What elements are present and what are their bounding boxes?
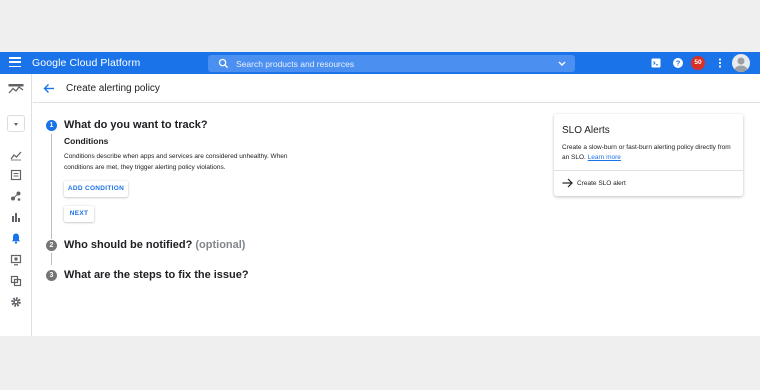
chevron-down-icon[interactable] [557,59,567,68]
page-title: Create alerting policy [66,83,160,94]
step-connector [51,134,52,239]
step-connector [51,253,52,265]
step-1-number: 1 [46,120,57,131]
more-vert-icon[interactable] [714,57,726,69]
search-bar[interactable] [208,55,575,72]
next-button[interactable]: NEXT [64,206,94,222]
product-name[interactable]: Google Cloud Platform [32,57,140,69]
conditions-heading: Conditions [64,136,109,146]
step-2-title[interactable]: Who should be notified? (optional) [64,239,245,251]
step-2-number: 2 [46,240,57,251]
help-icon[interactable]: ? [672,57,684,69]
notification-badge[interactable]: 50 [691,56,705,70]
optional-label: (optional) [195,239,246,251]
back-arrow-icon[interactable] [43,83,55,94]
svg-text:?: ? [676,59,681,68]
slo-card-description: Create a slow-burn or fast-burn alerting… [562,143,738,162]
top-bar: Google Cloud Platform ? 50 [0,52,760,74]
uptime-checks-icon[interactable] [10,254,22,266]
step-2-title-text: Who should be notified? [64,239,193,251]
services-icon[interactable] [10,190,22,202]
slo-card-title: SLO Alerts [562,125,610,136]
project-dropdown-icon[interactable] [7,115,25,132]
dashboards-icon[interactable] [10,169,22,181]
search-input[interactable] [236,57,536,70]
app-window: Google Cloud Platform ? 50 [0,52,760,336]
groups-icon[interactable] [10,275,22,287]
metrics-explorer-icon[interactable] [10,149,22,161]
alerting-icon[interactable] [10,232,22,244]
create-slo-alert-label: Create SLO alert [577,180,626,187]
menu-icon[interactable] [9,57,21,68]
account-icon [734,57,748,72]
bar-chart-icon[interactable] [10,211,22,223]
left-nav [0,74,32,336]
add-condition-button[interactable]: ADD CONDITION [64,181,128,197]
account-avatar[interactable] [732,54,750,72]
slo-alerts-card: SLO Alerts Create a slow-burn or fast-bu… [554,114,743,196]
monitoring-logo-icon [8,84,24,94]
step-3-number: 3 [46,270,57,281]
step-1-title[interactable]: What do you want to track? [64,119,208,131]
search-icon [218,58,229,69]
arrow-forward-icon [562,178,573,188]
settings-icon[interactable] [10,296,22,308]
cloud-shell-icon[interactable] [650,57,662,69]
page-header: Create alerting policy [33,74,760,103]
conditions-description: Conditions describe when apps and servic… [64,153,288,171]
learn-more-link[interactable]: Learn more [588,154,621,161]
step-3-title[interactable]: What are the steps to fix the issue? [64,269,249,281]
create-slo-alert-button[interactable]: Create SLO alert [554,171,743,196]
